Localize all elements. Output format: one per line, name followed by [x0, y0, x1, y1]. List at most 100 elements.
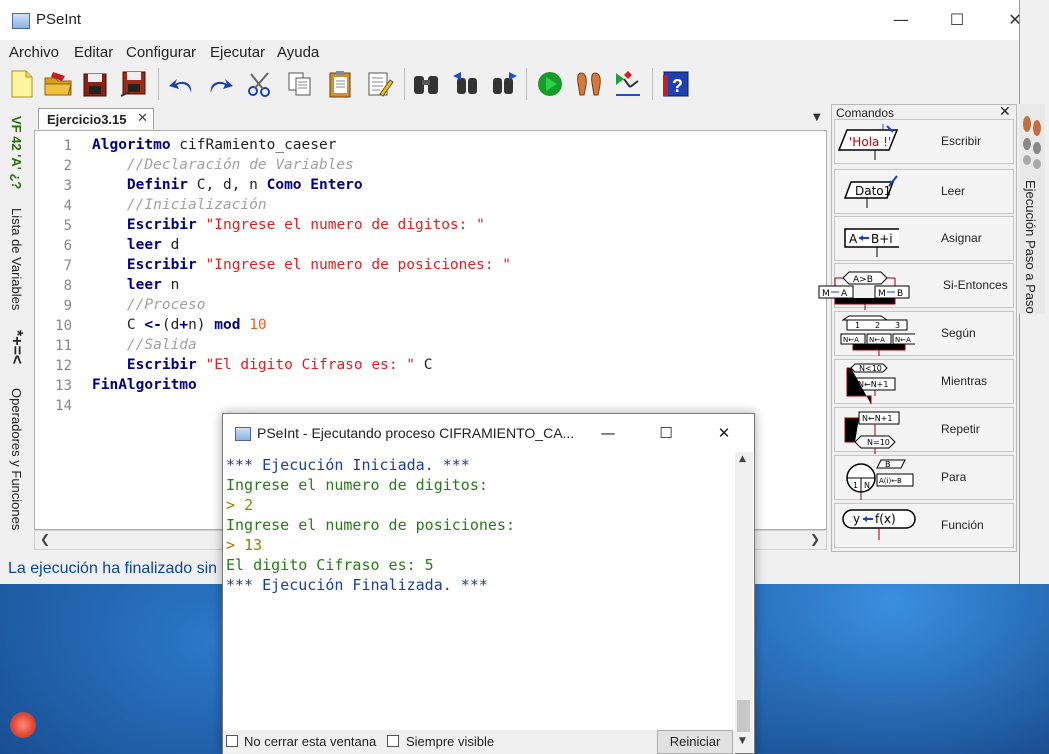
code-line[interactable]: Escribir "Ingrese el numero de digitos: …	[92, 217, 485, 233]
menu-editar[interactable]: Editar	[74, 44, 113, 61]
line-number: 11	[55, 338, 72, 354]
maximize-button[interactable]: ☐	[637, 414, 695, 452]
code-line[interactable]: //Declaración de Variables	[92, 157, 354, 173]
line-number: 3	[63, 178, 72, 194]
tab-ejercicio[interactable]: Ejercicio3.15 ✕	[38, 108, 154, 129]
close-icon[interactable]: ✕	[999, 104, 1011, 120]
edit-icon[interactable]	[364, 67, 396, 101]
code-line[interactable]: Escribir "Ingrese el numero de posicione…	[92, 257, 511, 273]
command-label: Leer	[941, 184, 966, 198]
scroll-thumb[interactable]	[737, 700, 750, 732]
title-bar: PSeInt — ☐ ✕	[0, 0, 1022, 40]
menu-archivo[interactable]: Archivo	[9, 44, 59, 61]
search-icon[interactable]	[410, 67, 442, 101]
step-by-step-tab[interactable]: Ejecución Paso a Paso	[1023, 180, 1038, 314]
user-input-value: 13	[244, 536, 263, 554]
svg-text:A>B: A>B	[853, 275, 873, 285]
input-prompt: >	[226, 536, 245, 554]
code-line[interactable]: Algoritmo cifRamiento_caeser	[92, 137, 336, 153]
code-line[interactable]: leer n	[92, 277, 179, 293]
svg-text:1: 1	[853, 481, 858, 490]
command-repeat-button[interactable]: N←N+1 N=10 Repetir	[834, 407, 1014, 454]
line-number: 5	[63, 218, 72, 234]
svg-text:?: ?	[672, 76, 683, 96]
console-output[interactable]: *** Ejecución Iniciada. *** Ingrese el nu…	[223, 452, 735, 730]
console-line: > 13	[226, 536, 262, 554]
find-next-icon[interactable]	[488, 67, 520, 101]
command-read-button[interactable]: Dato1 Leer	[834, 169, 1014, 214]
undo-icon[interactable]	[166, 67, 198, 101]
vertical-scrollbar[interactable]: ▲ ▼	[735, 452, 753, 753]
command-label: Si-Entonces	[943, 278, 1008, 292]
always-visible-checkbox[interactable]	[387, 735, 399, 747]
maximize-button[interactable]: ☐	[928, 0, 986, 40]
step-by-step-icon[interactable]	[574, 67, 606, 101]
scroll-down-icon[interactable]: ▼	[739, 736, 746, 746]
code-token: Escribir	[126, 357, 197, 373]
operators-functions-tab[interactable]: Operadores y Funciones	[9, 388, 24, 530]
code-line[interactable]: Definir C, d, n Como Entero	[92, 177, 363, 193]
code-line[interactable]: FinAlgoritmo	[92, 377, 197, 393]
variables-list-tab[interactable]: Lista de Variables	[9, 208, 24, 310]
command-label: Mientras	[941, 374, 988, 388]
save-as-icon[interactable]	[118, 67, 150, 101]
close-button[interactable]: ✕	[695, 414, 753, 452]
line-number: 8	[63, 278, 72, 294]
console-line: *** Ejecución Iniciada. ***	[226, 456, 470, 474]
code-line[interactable]: leer d	[92, 237, 179, 253]
execution-options-bar: No cerrar esta ventana Siempre visible R…	[223, 730, 735, 754]
command-if-then-button[interactable]: A>B M A M B Si-Entonces	[818, 263, 1014, 310]
line-number: 7	[63, 258, 72, 274]
svg-text:f(x): f(x)	[875, 512, 896, 526]
variables-symbols[interactable]: VF 42 'A' ¿?	[9, 116, 24, 189]
command-for-button[interactable]: 1 N B A(i)←B Para	[834, 455, 1014, 500]
run-icon[interactable]	[534, 67, 566, 101]
svg-text:N←A: N←A	[895, 336, 911, 344]
scroll-up-icon[interactable]: ▲	[739, 454, 746, 464]
code-token: //Salida	[92, 337, 197, 353]
restart-button[interactable]: Reiniciar	[657, 730, 733, 754]
svg-text:B: B	[885, 460, 891, 469]
command-while-button[interactable]: N<10 N←N+1 Mientras	[834, 359, 1014, 404]
open-folder-icon[interactable]	[42, 67, 74, 101]
command-function-button[interactable]: y f(x) Función	[834, 503, 1014, 548]
code-line[interactable]: Escribir "El digito Cifraso es: " C	[92, 357, 433, 373]
paste-icon[interactable]	[324, 67, 356, 101]
code-line[interactable]: //Salida	[92, 337, 197, 353]
minimize-button[interactable]: —	[579, 414, 637, 452]
operators-symbols[interactable]: *+=<	[7, 330, 25, 364]
code-token: Escribir	[126, 257, 197, 273]
toolbar-separator	[404, 68, 405, 100]
code-line[interactable]: //Inicialización	[92, 197, 267, 213]
help-icon[interactable]: ?	[660, 67, 692, 101]
keep-open-checkbox[interactable]	[226, 735, 238, 747]
code-token: //Proceso	[92, 297, 206, 313]
flowchart-icon[interactable]	[612, 67, 644, 101]
save-icon[interactable]	[80, 67, 112, 101]
scroll-left-icon[interactable]: ❮	[40, 532, 50, 546]
close-icon[interactable]: ✕	[137, 111, 148, 126]
code-token: n	[161, 277, 180, 293]
copy-icon[interactable]	[284, 67, 316, 101]
new-file-icon[interactable]	[6, 67, 38, 101]
command-write-button[interactable]: 'Hola !' Escribir	[834, 119, 1014, 164]
redo-icon[interactable]	[204, 67, 236, 101]
cut-icon[interactable]	[244, 67, 276, 101]
line-number: 10	[55, 318, 72, 334]
code-line[interactable]: C <-(d+n) mod 10	[92, 317, 267, 333]
code-line[interactable]: //Proceso	[92, 297, 206, 313]
command-label: Repetir	[941, 422, 980, 436]
minimize-button[interactable]: —	[872, 0, 930, 40]
command-switch-button[interactable]: 1 2 3 N←A N←A N←A Según	[834, 311, 1014, 356]
close-button[interactable]: ✕	[986, 0, 1044, 40]
function-shape-icon: y f(x)	[819, 506, 919, 550]
keep-open-label: No cerrar esta ventana	[244, 734, 377, 749]
menu-configurar[interactable]: Configurar	[126, 44, 196, 61]
find-previous-icon[interactable]	[450, 67, 482, 101]
step-feet-icon[interactable]	[1019, 110, 1045, 170]
command-label: Escribir	[941, 134, 982, 148]
menu-ayuda[interactable]: Ayuda	[277, 44, 319, 61]
menu-ejecutar[interactable]: Ejecutar	[210, 44, 265, 61]
command-assign-button[interactable]: A B+i Asignar	[834, 216, 1014, 261]
